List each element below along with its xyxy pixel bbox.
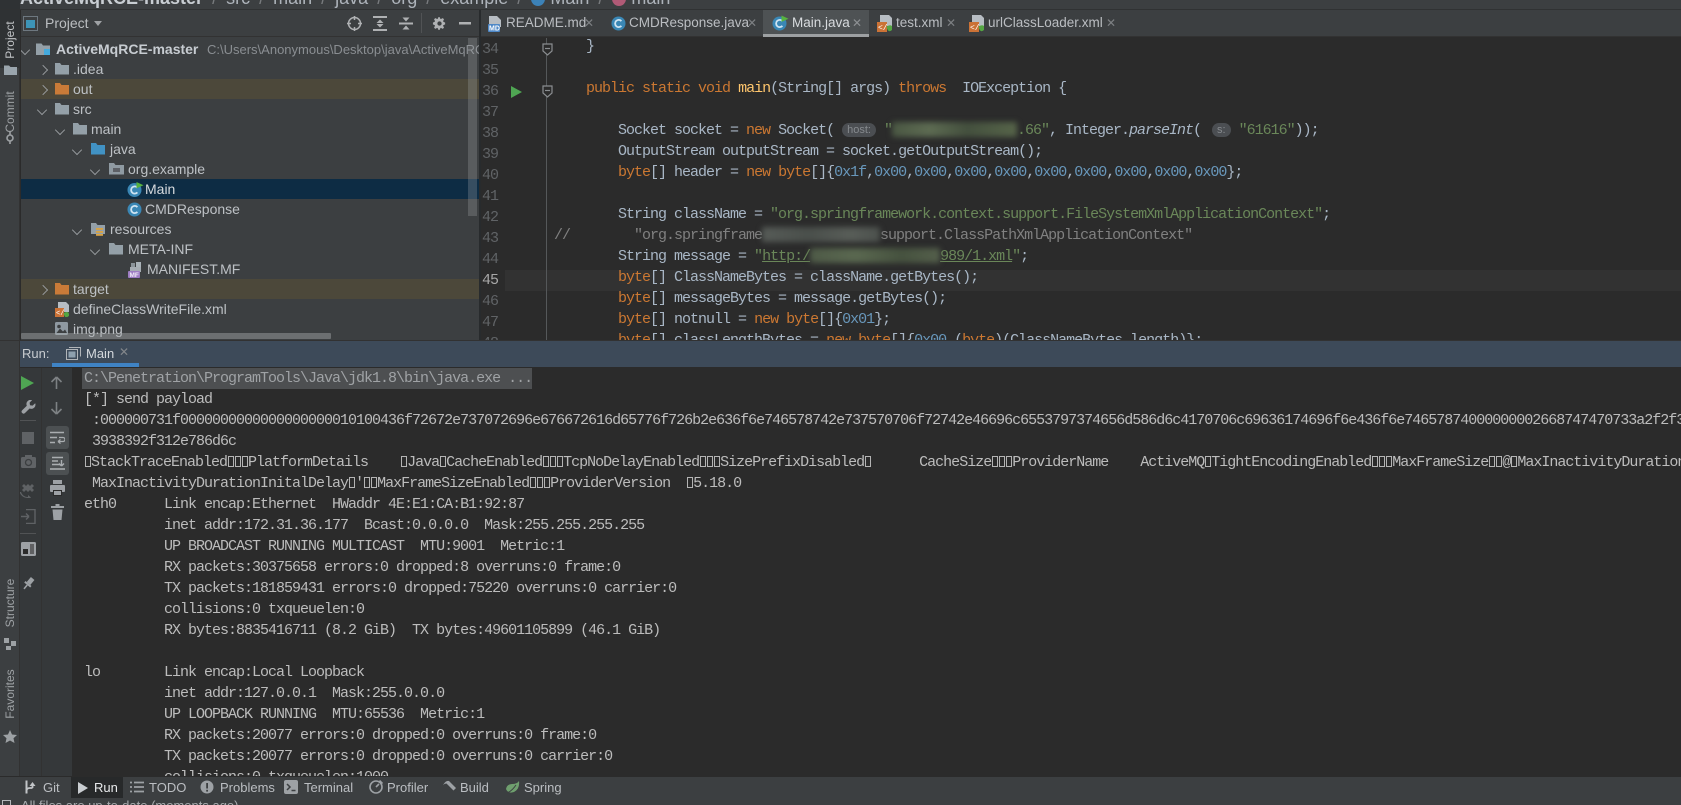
svg-text:MF: MF	[130, 272, 139, 278]
svg-text:MD: MD	[489, 26, 500, 33]
svg-text:</: </	[56, 310, 64, 317]
svg-text:</: </	[878, 24, 888, 32]
svg-text:</: </	[970, 24, 980, 32]
